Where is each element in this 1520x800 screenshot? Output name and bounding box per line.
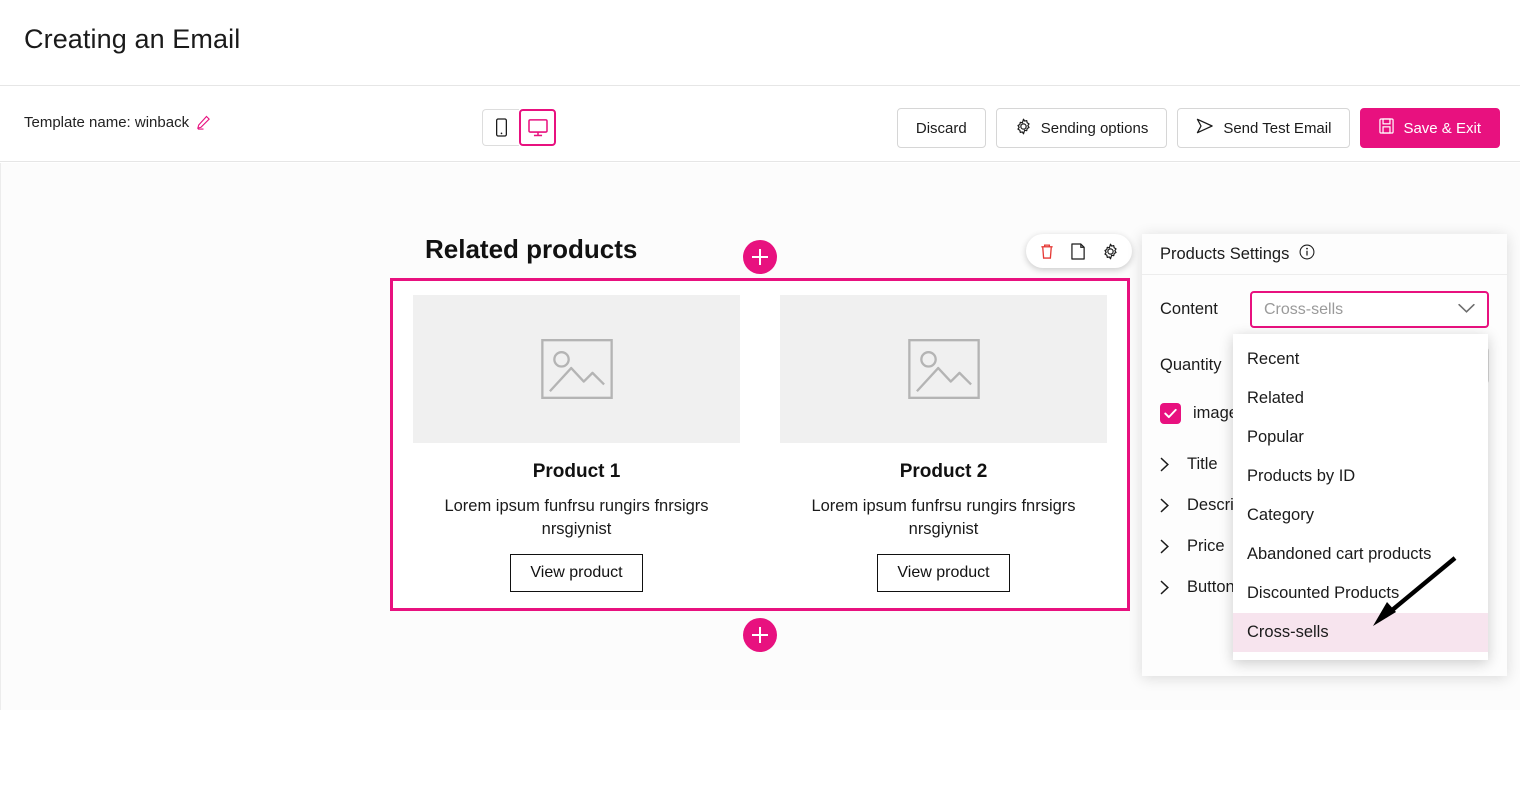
image-checkbox-label: image (1193, 404, 1238, 422)
info-icon[interactable] (1299, 244, 1315, 265)
chevron-right-icon (1160, 457, 1170, 472)
app-root: Creating an Email Template name: winback (0, 0, 1520, 800)
title-bar: Creating an Email (0, 0, 1520, 86)
template-name: Template name: winback (24, 114, 211, 131)
mobile-icon (495, 118, 507, 137)
content-select-value: Cross-sells (1264, 300, 1344, 318)
quantity-label: Quantity (1160, 356, 1222, 374)
check-icon (1164, 408, 1177, 419)
products-row: Product 1 Lorem ipsum funfrsu rungirs fn… (393, 281, 1127, 608)
content-dropdown-menu: Recent Related Popular Products by ID Ca… (1233, 334, 1488, 660)
content-row: Content Cross-sells (1160, 291, 1489, 328)
trash-icon[interactable] (1039, 243, 1055, 260)
accordion-label: Title (1187, 455, 1218, 473)
dropdown-option[interactable]: Discounted Products (1233, 574, 1488, 613)
sending-options-button[interactable]: Sending options (995, 108, 1168, 148)
dropdown-option[interactable]: Related (1233, 379, 1488, 418)
view-product-button[interactable]: View product (510, 553, 643, 592)
pencil-icon[interactable] (196, 115, 211, 130)
template-name-label: Template name: winback (24, 114, 190, 131)
page-title: Creating an Email (24, 24, 241, 54)
device-mobile-button[interactable] (482, 109, 519, 146)
product-title: Product 1 (532, 461, 621, 482)
desktop-icon (527, 118, 548, 136)
gear-icon (1015, 118, 1032, 139)
dropdown-option-selected[interactable]: Cross-sells (1233, 613, 1488, 652)
settings-panel-title: Products Settings (1160, 244, 1290, 263)
dropdown-option[interactable]: Abandoned cart products (1233, 535, 1488, 574)
block-toolbar (1026, 234, 1132, 268)
product-card[interactable]: Product 1 Lorem ipsum funfrsu rungirs fn… (393, 281, 760, 608)
dropdown-option[interactable]: Products by ID (1233, 457, 1488, 496)
device-preview-toggle (482, 109, 556, 146)
accordion-label: Button (1187, 578, 1235, 596)
discard-button[interactable]: Discard (896, 108, 986, 148)
save-exit-label: Save & Exit (1403, 119, 1481, 137)
chevron-right-icon (1160, 498, 1170, 513)
products-block-selected[interactable]: Product 1 Lorem ipsum funfrsu rungirs fn… (390, 278, 1130, 611)
sending-options-label: Sending options (1040, 119, 1149, 137)
section-heading: Related products (425, 234, 638, 264)
content-label: Content (1160, 300, 1218, 318)
send-test-email-label: Send Test Email (1223, 119, 1332, 137)
add-block-above-button[interactable] (743, 240, 777, 274)
product-description: Lorem ipsum funfrsu rungirs fnrsigrs nrs… (811, 497, 1076, 538)
chevron-right-icon (1160, 580, 1170, 595)
image-icon (540, 339, 613, 399)
accordion-label: Price (1187, 537, 1225, 555)
chevron-down-icon (1458, 301, 1475, 319)
dropdown-option[interactable]: Popular (1233, 418, 1488, 457)
view-product-button[interactable]: View product (877, 553, 1010, 592)
send-icon (1196, 118, 1214, 138)
dropdown-option[interactable]: Category (1233, 496, 1488, 535)
duplicate-icon[interactable] (1071, 242, 1086, 260)
discard-label: Discard (915, 119, 967, 137)
dropdown-option[interactable]: Recent (1233, 340, 1488, 379)
product-description: Lorem ipsum funfrsu rungirs fnrsigrs nrs… (444, 497, 709, 538)
product-image-placeholder[interactable] (413, 295, 740, 443)
chevron-right-icon (1160, 539, 1170, 554)
image-checkbox[interactable] (1160, 403, 1181, 424)
settings-panel-header: Products Settings (1142, 234, 1507, 275)
send-test-email-button[interactable]: Send Test Email (1177, 108, 1351, 148)
product-image-placeholder[interactable] (780, 295, 1107, 443)
product-title: Product 2 (899, 461, 988, 482)
device-desktop-button[interactable] (519, 109, 556, 146)
save-icon (1379, 118, 1395, 138)
image-icon (907, 339, 980, 399)
product-card[interactable]: Product 2 Lorem ipsum funfrsu rungirs fn… (760, 281, 1127, 608)
content-select[interactable]: Cross-sells (1250, 291, 1489, 328)
save-exit-button[interactable]: Save & Exit (1360, 108, 1500, 148)
gear-icon[interactable] (1102, 243, 1119, 260)
add-block-below-button[interactable] (743, 618, 777, 652)
toolbar-actions: Discard Sending options Send Test Email (896, 108, 1500, 148)
